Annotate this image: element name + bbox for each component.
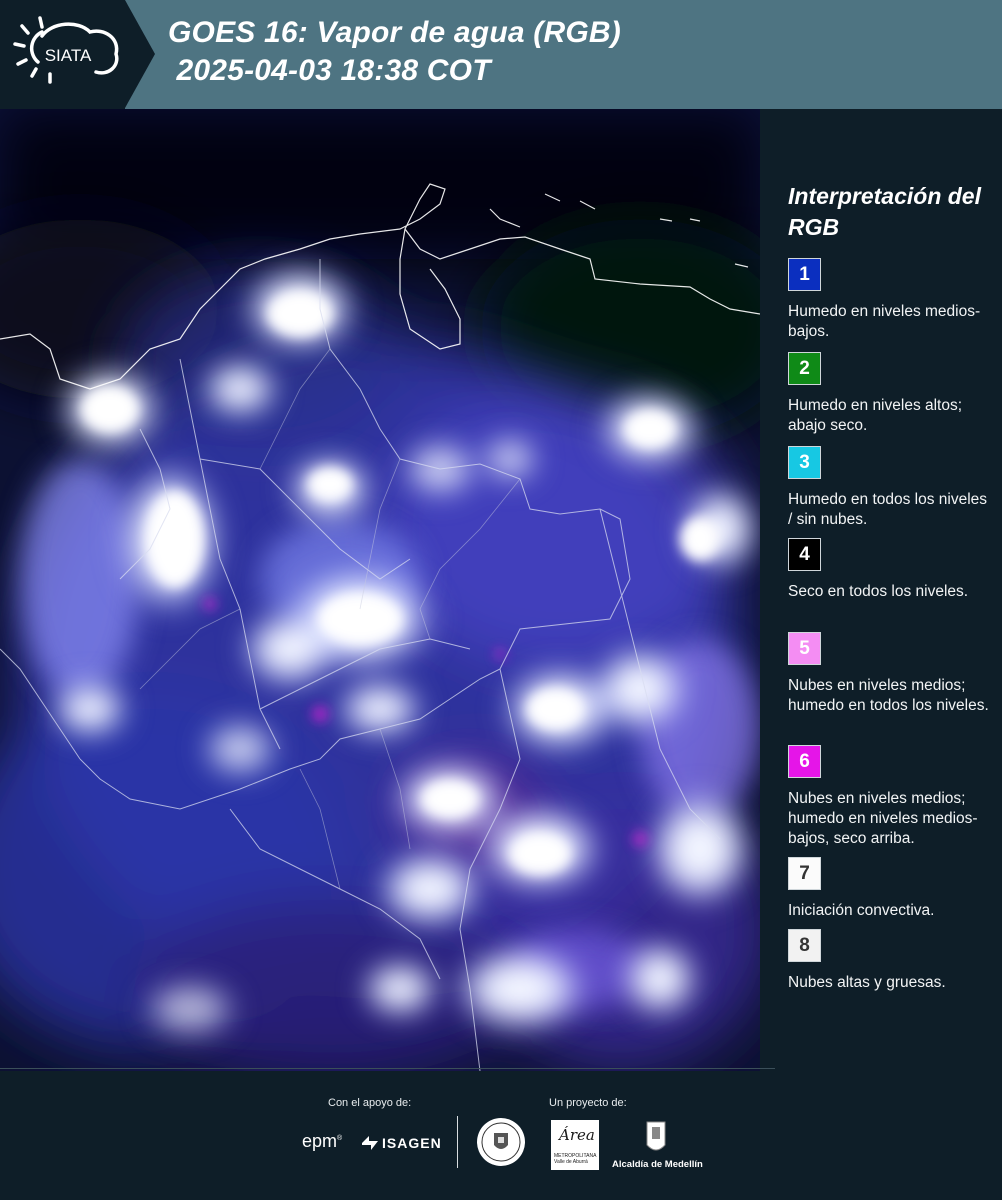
legend-item-2: 2 Humedo en niveles altos; abajo seco. <box>788 352 993 436</box>
title-line-datetime: 2025-04-03 18:38 COT <box>168 54 491 87</box>
legend-number-3: 3 <box>799 451 810 473</box>
legend-text-3: Humedo en todos los niveles / sin nubes. <box>788 491 988 528</box>
legend-number-4: 4 <box>799 543 810 565</box>
area-metropolitana-logo[interactable]: Área METROPOLITANA Valle de Aburrá <box>551 1120 599 1170</box>
siata-logo-text: SIATA <box>45 46 92 65</box>
seal-icon[interactable] <box>476 1117 526 1167</box>
legend-text-2: Humedo en niveles altos; abajo seco. <box>788 397 963 434</box>
legend-item-7: 7 Iniciación convectiva. <box>788 857 993 921</box>
legend-swatch-4: 4 <box>788 538 821 571</box>
legend-swatch-5: 5 <box>788 632 821 665</box>
legend-number-7: 7 <box>799 862 810 884</box>
epm-logo[interactable]: epm® <box>302 1131 342 1152</box>
siata-sun-cloud-icon: SIATA <box>13 16 119 84</box>
legend-swatch-3: 3 <box>788 446 821 479</box>
legend-item-3: 3 Humedo en todos los niveles / sin nube… <box>788 446 993 530</box>
legend-item-5: 5 Nubes en niveles medios; humedo en tod… <box>788 632 993 716</box>
legend-swatch-7: 7 <box>788 857 821 890</box>
legend-number-8: 8 <box>799 934 810 956</box>
footer-divider-line <box>0 1068 775 1069</box>
legend-text-5: Nubes en niveles medios; humedo en todos… <box>788 677 989 714</box>
legend-text-8: Nubes altas y gruesas. <box>788 974 946 991</box>
legend-number-1: 1 <box>799 263 810 285</box>
legend-text-6: Nubes en niveles medios; humedo en nivel… <box>788 790 978 847</box>
legend-title: Interpretación del RGB <box>788 183 981 240</box>
project-label: Un proyecto de: <box>549 1097 627 1109</box>
area-logo-title: Área <box>559 1126 595 1144</box>
isagen-mark-icon <box>362 1136 378 1150</box>
legend-item-6: 6 Nubes en niveles medios; humedo en niv… <box>788 745 993 849</box>
satellite-image-canvas <box>0 109 760 1071</box>
footer-vertical-divider <box>457 1116 458 1168</box>
epm-logo-text: epm <box>302 1131 338 1151</box>
page-title: GOES 16: Vapor de agua (RGB) 2025-04-03 … <box>168 14 621 90</box>
legend-item-8: 8 Nubes altas y gruesas. <box>788 929 993 993</box>
legend-swatch-1: 1 <box>788 258 821 291</box>
legend-text-4: Seco en todos los niveles. <box>788 583 969 600</box>
legend-number-2: 2 <box>799 357 810 379</box>
title-line-product: GOES 16: Vapor de agua (RGB) <box>168 16 621 49</box>
alcaldia-medellin-logo[interactable]: Alcaldía de Medellín <box>612 1159 703 1170</box>
legend-item-4: 4 Seco en todos los niveles. <box>788 538 993 602</box>
legend-number-5: 5 <box>799 637 810 659</box>
legend-swatch-2: 2 <box>788 352 821 385</box>
legend-item-1: 1 Humedo en niveles medios-bajos. <box>788 258 993 342</box>
legend-number-6: 6 <box>799 750 810 772</box>
support-label: Con el apoyo de: <box>328 1097 412 1109</box>
alcaldia-shield-icon <box>646 1121 666 1151</box>
logo-arrow-shape <box>125 0 155 108</box>
area-logo-subtitle: METROPOLITANA Valle de Aburrá <box>554 1153 597 1165</box>
siata-logo[interactable]: SIATA <box>0 0 125 109</box>
legend-swatch-8: 8 <box>788 929 821 962</box>
header-bar: SIATA GOES 16: Vapor de agua (RGB) 2025-… <box>0 0 1002 109</box>
satellite-water-vapor-image[interactable] <box>0 109 760 1071</box>
legend-text-1: Humedo en niveles medios-bajos. <box>788 303 981 340</box>
legend-swatch-6: 6 <box>788 745 821 778</box>
isagen-logo[interactable]: ISAGEN <box>382 1135 442 1151</box>
legend-text-7: Iniciación convectiva. <box>788 902 935 919</box>
